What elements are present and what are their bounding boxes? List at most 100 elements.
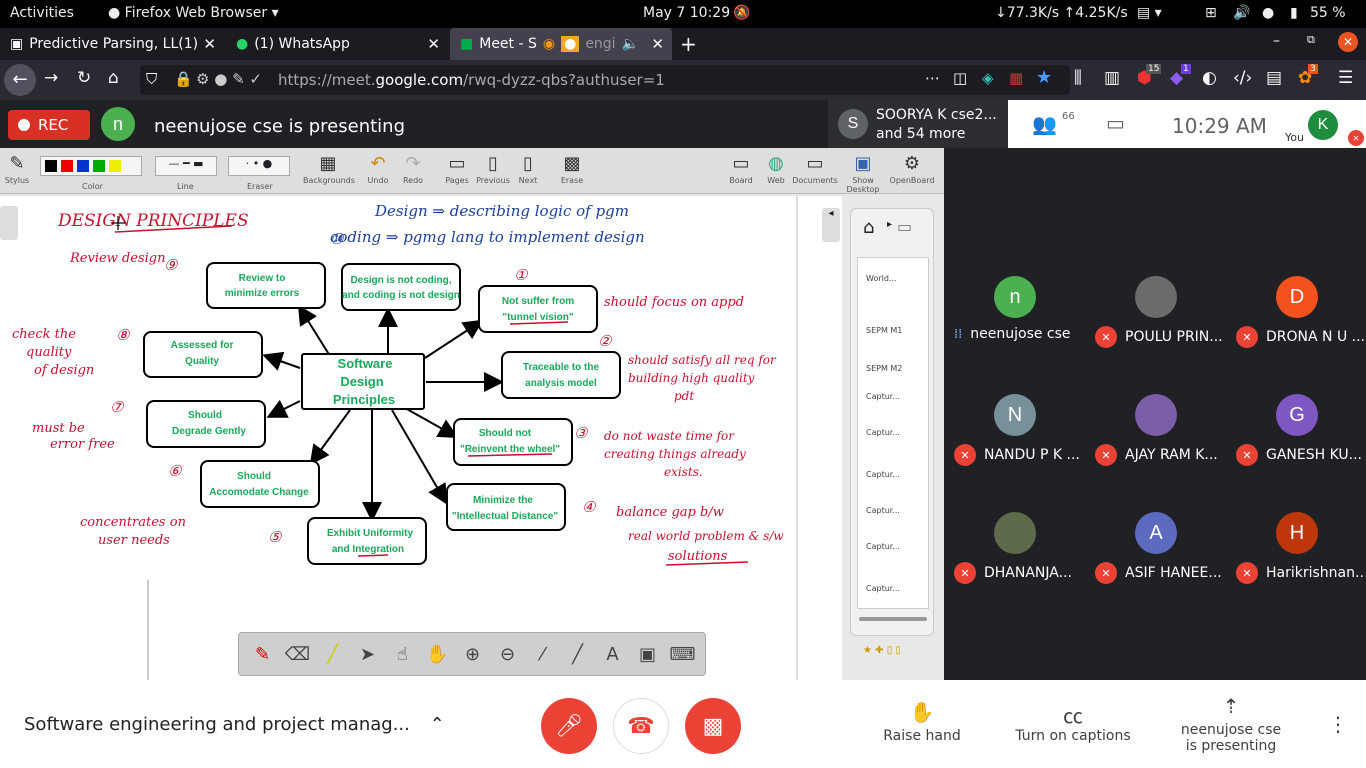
lock-icon[interactable]: 🔒 — [174, 70, 193, 88]
folder-icon[interactable]: ▭ — [897, 217, 912, 236]
app-menu[interactable]: ● Firefox Web Browser ▾ — [108, 5, 279, 21]
join-notification[interactable]: S SOORYA K cse2... and 54 more — [828, 100, 1008, 148]
restore-icon[interactable]: ⧉ — [1307, 33, 1315, 47]
chevron-up-icon[interactable]: ⌃ — [430, 714, 445, 735]
participant-tile[interactable]: G ✕ GANESH KU... — [1226, 356, 1366, 474]
participant-tile[interactable]: A ✕ ASIF HANEE... — [1085, 474, 1225, 592]
tab-predictive-parsing[interactable]: ▣ Predictive Parsing, LL(1) ✕ — [0, 28, 224, 60]
people-icon[interactable]: 👥 — [1032, 112, 1057, 136]
line-icon[interactable]: ╱ — [560, 644, 595, 665]
mic-icon[interactable]: ● — [1262, 5, 1274, 21]
stylus-button[interactable]: ✎ Stylus — [0, 152, 42, 185]
close-window-icon[interactable]: ✕ — [1338, 32, 1358, 52]
participant-tile[interactable]: N ✕ NANDU P K ... — [944, 356, 1084, 474]
extension-icon[interactable]: ◈ — [982, 69, 994, 87]
more-options-icon[interactable]: ⋮ — [1328, 712, 1348, 736]
participant-tile[interactable]: n ⁞⁞ neenujose cse — [944, 238, 1084, 356]
home-icon[interactable]: ⌂ — [863, 217, 874, 238]
close-tab-icon[interactable]: ✕ — [203, 35, 216, 53]
back-icon[interactable]: ← — [4, 64, 36, 96]
redo-button[interactable]: ↷ Redo — [388, 152, 438, 185]
mic-toggle-button[interactable]: 🎤︎ — [541, 698, 597, 754]
library-item-sepm-m2[interactable]: SEPM M2 — [866, 364, 902, 373]
tab-whatsapp[interactable]: ● (1) WhatsApp ✕ — [226, 28, 448, 60]
permissions-icon[interactable]: ⚙ ● ✎ ✓ — [196, 70, 262, 88]
leave-call-button[interactable]: ☎ — [613, 698, 669, 754]
color-black[interactable] — [45, 160, 57, 172]
library-item-world[interactable]: World... — [866, 274, 897, 283]
library-item-capture-5[interactable]: Captur... — [866, 542, 900, 551]
hand-select-icon[interactable]: ☝ — [385, 644, 420, 665]
library-item-capture-6[interactable]: Captur... — [866, 584, 900, 593]
clipboard-icon[interactable]: ▤ ▾ — [1137, 5, 1162, 21]
self-avatar[interactable]: K — [1308, 110, 1338, 140]
library-item-capture-1[interactable]: Captur... — [866, 392, 900, 401]
laser-icon[interactable]: ⁄ — [525, 644, 560, 665]
line-widths[interactable]: — ━ ▬ — [155, 156, 217, 176]
new-tab-icon[interactable]: + — [680, 32, 697, 56]
darkreader-icon[interactable]: ◐ — [1202, 68, 1217, 88]
library-item-sepm-m1[interactable]: SEPM M1 — [866, 326, 902, 335]
library-list[interactable]: World... SEPM M1 SEPM M2 Captur... Captu… — [857, 257, 929, 609]
color-red[interactable] — [61, 160, 73, 172]
library-item-capture-2[interactable]: Captur... — [866, 428, 900, 437]
participant-tile[interactable]: H ✕ Harikrishnan... — [1226, 474, 1366, 592]
erase-button[interactable]: ▩ Erase — [547, 152, 597, 185]
menu-icon[interactable]: ☰ — [1338, 68, 1353, 88]
zoom-slider[interactable] — [859, 617, 927, 621]
eraser-icon[interactable]: ⌫ — [280, 644, 315, 665]
color-blue[interactable] — [77, 160, 89, 172]
raise-hand-button[interactable]: ✋ Raise hand — [880, 700, 964, 744]
sidebar-icon[interactable]: ▥ — [1104, 68, 1120, 88]
url-text[interactable]: https://meet.google.com/rwq-dyzz-qbs?aut… — [278, 71, 665, 89]
meeting-title[interactable]: Software engineering and project manag..… — [24, 714, 445, 735]
library-item-capture-4[interactable]: Captur... — [866, 506, 900, 515]
color-palette[interactable] — [40, 156, 142, 176]
keyboard-icon[interactable]: ⌨ — [665, 644, 700, 665]
reload-icon[interactable]: ↻ — [77, 68, 91, 88]
chat-icon[interactable]: ▭ — [1106, 111, 1125, 135]
devtools-icon[interactable]: ‹/› — [1233, 68, 1252, 88]
text-icon[interactable]: A — [595, 644, 630, 665]
shield-icon[interactable]: ⛉ — [146, 70, 157, 88]
capture-icon[interactable]: ▣ — [630, 644, 665, 665]
backgrounds-button[interactable]: ▦ Backgrounds — [303, 152, 355, 185]
participant-tile[interactable]: ✕ DHANANJA... — [944, 474, 1084, 592]
pen-icon[interactable]: ✎ — [245, 644, 280, 665]
color-yellow[interactable] — [109, 160, 121, 172]
pocket-icon[interactable]: ◫ — [953, 69, 967, 87]
tab-meet[interactable]: ■ Meet - S ◉ ● engi 🔈 ✕ — [450, 28, 672, 60]
camera-toggle-button[interactable]: ▩ — [685, 698, 741, 754]
flag-icon[interactable]: ▦ — [1009, 69, 1023, 87]
pointer-icon[interactable]: ➤ — [350, 644, 385, 665]
network-icon[interactable]: ⊞ — [1205, 5, 1217, 21]
page-actions-icon[interactable]: ⋯ — [925, 69, 940, 87]
forward-icon[interactable]: → — [44, 68, 58, 88]
left-drawer-handle[interactable] — [0, 206, 18, 240]
zoom-in-icon[interactable]: ⊕ — [455, 644, 490, 665]
url-bar[interactable]: ⛉ 🔒 ⚙ ● ✎ ✓ https://meet.google.com/rwq-… — [140, 65, 1070, 95]
favorites-icon[interactable]: ★ ✚ ▯ ▯ — [863, 645, 901, 656]
battery-icon[interactable]: ▮ — [1290, 5, 1298, 21]
whiteboard[interactable]: Review to minimize errors Design is not … — [0, 196, 842, 680]
library-icon[interactable]: ⫼ — [1074, 68, 1082, 88]
color-green[interactable] — [93, 160, 105, 172]
openboard-menu-button[interactable]: ⚙ OpenBoard — [887, 152, 937, 185]
eraser-sizes[interactable]: · • ● — [228, 156, 290, 176]
library-item-capture-3[interactable]: Captur... — [866, 470, 900, 479]
audio-playing-icon[interactable]: 🔈 — [622, 36, 639, 52]
close-tab-icon[interactable]: ✕ — [651, 35, 664, 53]
close-tab-icon[interactable]: ✕ — [427, 35, 440, 53]
reader-icon[interactable]: ▤ — [1266, 68, 1282, 88]
participant-tile[interactable]: ✕ POULU PRIN... — [1085, 238, 1225, 356]
recording-badge[interactable]: REC — [8, 110, 90, 140]
right-drawer-handle[interactable]: ◂ — [822, 208, 840, 242]
bookmark-star-icon[interactable]: ★ — [1036, 67, 1052, 88]
captions-button[interactable]: ㏄ Turn on captions — [1012, 700, 1134, 744]
minimize-icon[interactable]: – — [1273, 33, 1280, 49]
zoom-out-icon[interactable]: ⊖ — [490, 644, 525, 665]
documents-button[interactable]: ▭ Documents — [790, 152, 840, 185]
show-desktop-button[interactable]: ▣ Show Desktop — [838, 152, 888, 194]
next-button[interactable]: ▯ Next — [503, 152, 553, 185]
pan-icon[interactable]: ✋ — [420, 644, 455, 665]
